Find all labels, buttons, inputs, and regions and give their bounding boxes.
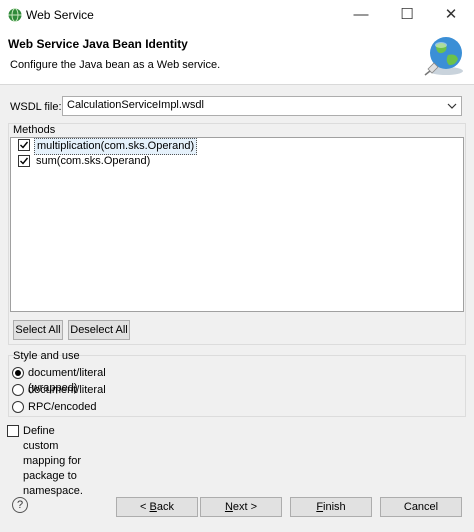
select-all-button[interactable]: Select All [13, 320, 63, 340]
wizard-banner: Web Service Java Bean Identity Configure… [0, 30, 474, 85]
custom-mapping-label: Define custom mapping for package to nam… [23, 425, 83, 497]
cancel-button[interactable]: Cancel [380, 497, 462, 517]
wsdl-file-combo[interactable]: CalculationServiceImpl.wsdl [62, 96, 462, 116]
back-prefix: < [140, 501, 150, 513]
help-button[interactable]: ? [12, 497, 28, 513]
method-checkbox[interactable] [18, 155, 30, 167]
method-checkbox[interactable] [18, 139, 30, 151]
maximize-button[interactable]: ☐ [384, 0, 430, 30]
minimize-button[interactable]: — [338, 0, 384, 30]
method-label: sum(com.sks.Operand) [36, 155, 151, 167]
method-label: multiplication(com.sks.Operand) [34, 138, 198, 155]
back-label-rest: ack [156, 501, 174, 513]
finish-button[interactable]: Finish [290, 497, 372, 517]
page-title: Web Service Java Bean Identity [8, 37, 188, 51]
wsdl-file-label: WSDL file: [10, 101, 62, 113]
radio-button[interactable] [12, 401, 24, 413]
close-button[interactable]: ✕ [428, 0, 474, 30]
finish-label-rest: inish [323, 501, 346, 513]
deselect-all-button[interactable]: Deselect All [68, 320, 130, 340]
globe-plug-icon [424, 37, 463, 76]
title-bar: Web Service — ☐ ✕ [0, 0, 474, 30]
next-label-rest: ext > [232, 501, 258, 513]
app-icon [8, 8, 22, 22]
page-description: Configure the Java bean as a Web service… [10, 59, 221, 71]
window-title: Web Service [26, 8, 94, 22]
radio-button[interactable] [12, 384, 24, 396]
methods-label: Methods [13, 124, 56, 136]
back-mnemonic: B [149, 501, 157, 513]
wsdl-file-value: CalculationServiceImpl.wsdl [67, 99, 204, 111]
back-button[interactable]: < Back [116, 497, 198, 517]
style-and-use-label: Style and use [13, 350, 80, 362]
next-mnemonic: N [224, 501, 233, 513]
radio-label: document/literal [28, 384, 106, 396]
radio-button[interactable] [12, 367, 24, 379]
chevron-down-icon[interactable] [446, 100, 458, 112]
radio-label: RPC/encoded [28, 401, 97, 413]
next-button[interactable]: Next > [200, 497, 282, 517]
custom-mapping-checkbox[interactable] [7, 425, 19, 437]
checkmark-icon [20, 157, 29, 165]
checkmark-icon [20, 141, 29, 149]
radio-selected-dot [15, 370, 21, 376]
